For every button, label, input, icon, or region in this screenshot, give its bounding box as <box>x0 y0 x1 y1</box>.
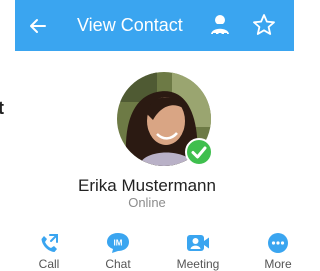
call-label: Call <box>38 257 60 271</box>
clipped-text-fragment: t <box>0 98 4 118</box>
video-meeting-icon <box>187 235 209 251</box>
page-title: View Contact <box>77 15 183 35</box>
agent-icon[interactable] <box>207 12 233 38</box>
app-bar: View Contact <box>15 0 294 51</box>
chat-label: Chat <box>105 257 131 271</box>
meeting-button[interactable]: Meeting <box>168 228 228 271</box>
im-chat-icon: IM <box>107 233 129 253</box>
more-button[interactable]: More <box>248 228 308 271</box>
more-dots-icon <box>268 233 288 253</box>
phone-icon <box>41 234 58 252</box>
more-label: More <box>264 257 292 271</box>
im-chat-icon-text: IM <box>114 239 123 248</box>
online-status-icon <box>185 138 213 166</box>
contact-status: Online <box>128 195 166 210</box>
meeting-label: Meeting <box>176 257 220 271</box>
contact-avatar <box>117 72 217 172</box>
favorite-star-icon[interactable] <box>251 12 277 38</box>
chat-button[interactable]: IM Chat <box>88 228 148 271</box>
contact-name: Erika Mustermann <box>78 176 216 195</box>
back-arrow-icon[interactable] <box>25 13 51 39</box>
call-button[interactable]: Call <box>19 228 79 271</box>
